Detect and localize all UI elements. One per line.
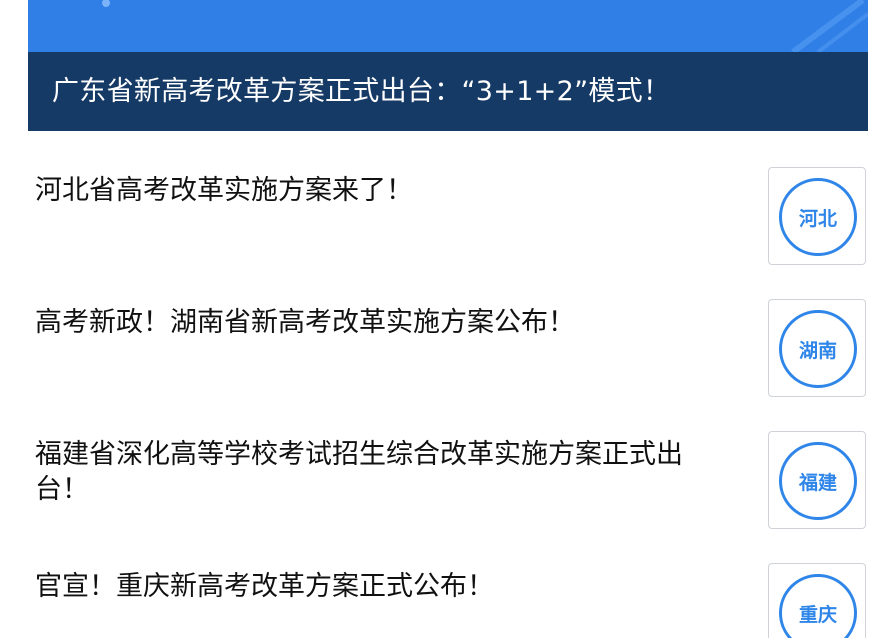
news-title[interactable]: 官宣！重庆新高考改革方案正式公布！	[35, 569, 725, 604]
news-thumbnail[interactable]: 湖南	[768, 299, 866, 397]
region-badge: 重庆	[779, 574, 857, 638]
region-badge: 河北	[779, 178, 857, 256]
news-item[interactable]: 高考新政！湖南省新高考改革实施方案公布！ 湖南	[0, 299, 880, 431]
region-badge: 福建	[779, 442, 857, 520]
region-label: 河北	[798, 207, 837, 230]
news-item[interactable]: 官宣！重庆新高考改革方案正式公布！ 重庆	[0, 563, 880, 638]
news-title[interactable]: 福建省深化高等学校考试招生综合改革实施方案正式出台！	[35, 437, 725, 507]
region-badge: 湖南	[779, 310, 857, 388]
news-item[interactable]: 福建省深化高等学校考试招生综合改革实施方案正式出台！ 福建	[0, 431, 880, 563]
region-label: 湖南	[798, 339, 837, 362]
region-label: 重庆	[798, 603, 837, 626]
news-title[interactable]: 河北省高考改革实施方案来了！	[35, 173, 725, 208]
news-list: 河北省高考改革实施方案来了！ 河北 高考新政！湖南省新高考改革实施方案公布！ 湖…	[0, 0, 880, 638]
news-thumbnail[interactable]: 重庆	[768, 563, 866, 638]
news-title[interactable]: 高考新政！湖南省新高考改革实施方案公布！	[35, 305, 725, 340]
news-thumbnail[interactable]: 河北	[768, 167, 866, 265]
news-item[interactable]: 河北省高考改革实施方案来了！ 河北	[0, 167, 880, 299]
region-label: 福建	[798, 471, 837, 494]
news-thumbnail[interactable]: 福建	[768, 431, 866, 529]
